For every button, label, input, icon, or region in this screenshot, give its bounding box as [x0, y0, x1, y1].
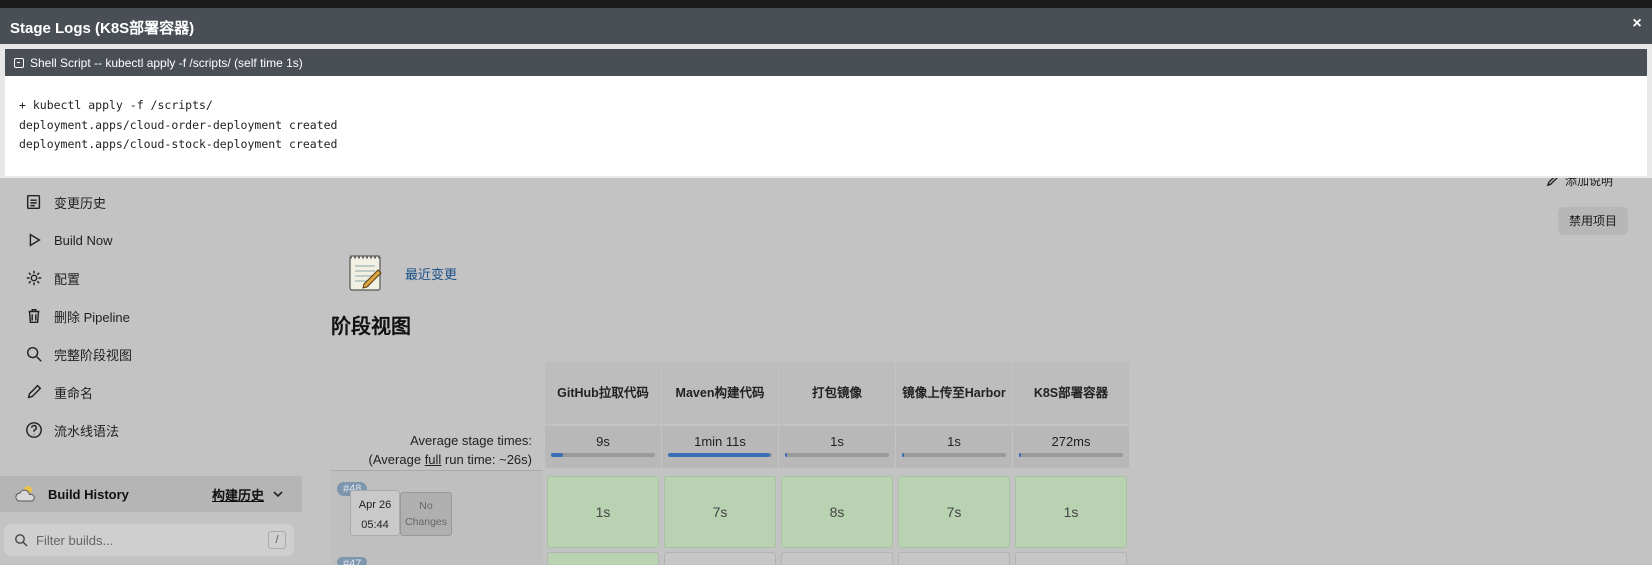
avg-prefix: (Average: [368, 452, 425, 467]
stage-cell[interactable]: [664, 552, 776, 565]
stage-average-bar-fill: [1019, 453, 1021, 457]
sidebar-item-label: 完整阶段视图: [54, 347, 133, 363]
top-bar: [0, 0, 1652, 8]
run-datetime: Apr 26 05:44: [350, 490, 400, 536]
sidebar-item-full-stage-view[interactable]: 完整阶段视图: [24, 339, 132, 369]
stage-cell-success[interactable]: 8s: [781, 476, 893, 548]
stage-average: 272ms: [1013, 426, 1129, 468]
stage-logs-modal-header: Stage Logs (K8S部署容器) ×: [0, 8, 1652, 44]
console-line: + kubectl apply -f /scripts/: [19, 98, 213, 112]
stage-cell[interactable]: [547, 552, 659, 565]
stage-average: 9s: [545, 426, 661, 468]
stage-cell-success[interactable]: 7s: [898, 476, 1010, 548]
stage-header: GitHub拉取代码: [545, 362, 661, 424]
stage-header: 镜像上传至Harbor: [896, 362, 1012, 424]
build-history-panel: Build History 构建历史: [0, 476, 302, 512]
stage-average-bar-fill: [551, 453, 564, 457]
stage-name: Maven构建代码: [675, 386, 765, 400]
stage-cell[interactable]: [898, 552, 1010, 565]
play-icon: [24, 230, 44, 250]
stage-header: Maven构建代码: [662, 362, 778, 424]
stage-name: K8S部署容器: [1033, 386, 1109, 400]
stage-average: 1s: [779, 426, 895, 468]
sidebar-item-change-history[interactable]: 变更历史: [24, 187, 106, 217]
run-changes: No Changes: [400, 492, 452, 536]
stage-average-value: 272ms: [1051, 434, 1091, 449]
sidebar-item-configure[interactable]: 配置: [24, 263, 80, 293]
console-line: deployment.apps/cloud-stock-deployment c…: [19, 137, 338, 151]
stage-cell[interactable]: [1015, 552, 1127, 565]
stage-average-value: 9s: [596, 434, 610, 449]
stage-name: 打包镜像: [811, 386, 862, 400]
sidebar-item-label: 变更历史: [54, 195, 107, 211]
sidebar-item-label: 重命名: [54, 385, 94, 401]
notebook-icon: [349, 255, 382, 291]
keyboard-shortcut-hint: /: [268, 531, 286, 549]
run-date: Apr 26: [358, 499, 392, 511]
stage-average: 1min 11s: [662, 426, 778, 468]
stage-average: 1s: [896, 426, 1012, 468]
help-icon: [24, 420, 44, 440]
stage-cell[interactable]: [781, 552, 893, 565]
sidebar-item-label: Build Now: [54, 232, 113, 248]
stage-average-value: 1min 11s: [694, 434, 746, 449]
stage-name: GitHub拉取代码: [557, 386, 649, 400]
filter-builds-box: /: [4, 524, 294, 556]
search-icon: [15, 534, 28, 547]
pencil-icon: [24, 382, 44, 402]
sidebar-item-label: 配置: [54, 271, 81, 287]
trash-icon: [24, 306, 44, 326]
modal-title: Stage Logs (K8S部署容器): [10, 20, 195, 37]
full-link[interactable]: full: [425, 452, 442, 467]
stage-average-value: 1s: [947, 434, 961, 449]
search-icon: [24, 344, 44, 364]
stage-average-bar: [785, 453, 889, 457]
sidebar-item-delete-pipeline[interactable]: 删除 Pipeline: [24, 301, 130, 331]
collapse-icon[interactable]: [14, 57, 24, 68]
stage-average-bar: [902, 453, 1006, 457]
sidebar-item-build-now[interactable]: Build Now: [24, 225, 113, 255]
stage-cell-success[interactable]: 1s: [1015, 476, 1127, 548]
filter-builds-input[interactable]: [36, 532, 256, 548]
sidebar-item-label: 删除 Pipeline: [54, 309, 130, 325]
run-time: 05:44: [361, 519, 389, 531]
stage-average-bar: [668, 453, 772, 457]
avg-suffix: run time: ~26s): [441, 452, 532, 467]
stage-average-bar-fill: [902, 453, 904, 457]
console-line: deployment.apps/cloud-order-deployment c…: [19, 117, 338, 132]
stage-average-bar: [551, 453, 655, 457]
stage-name: 镜像上传至Harbor: [902, 386, 1006, 400]
gear-icon: [24, 268, 44, 288]
build-number-badge[interactable]: #47: [337, 557, 368, 565]
build-history-link[interactable]: 构建历史: [212, 485, 264, 504]
stage-cell-success[interactable]: 1s: [547, 476, 659, 548]
stage-average-bar-fill: [785, 453, 787, 457]
stage-header: K8S部署容器: [1013, 362, 1129, 424]
stage-header: 打包镜像: [779, 362, 895, 424]
stage-cell-success[interactable]: 7s: [664, 476, 776, 548]
sidebar-item-pipeline-syntax[interactable]: 流水线语法: [24, 415, 119, 445]
average-stage-times-label: Average stage times:: [410, 433, 532, 448]
recent-changes-link[interactable]: 最近变更: [405, 264, 457, 283]
step-label: Shell Script -- kubectl apply -f /script…: [30, 55, 303, 70]
stage-average-value: 1s: [830, 434, 844, 449]
build-history-title: Build History: [48, 486, 129, 502]
close-icon[interactable]: ×: [1628, 15, 1646, 33]
sidebar-item-label: 流水线语法: [54, 423, 120, 439]
stage-average-bar: [1019, 453, 1123, 457]
step-log-header[interactable]: Shell Script -- kubectl apply -f /script…: [5, 49, 1647, 76]
stage-view-title: 阶段视图: [331, 316, 411, 338]
sidebar-item-rename[interactable]: 重命名: [24, 377, 93, 407]
disable-project-button[interactable]: 禁用项目: [1558, 207, 1628, 235]
chevron-down-icon[interactable]: [272, 488, 284, 500]
stage-average-bar-fill: [668, 453, 770, 457]
weather-cloud-icon: [15, 486, 35, 502]
notepad-icon: [24, 192, 44, 212]
average-full-run-time: (Average full run time: ~26s): [369, 452, 532, 467]
console-output: + kubectl apply -f /scripts/deployment.a…: [5, 76, 1647, 176]
